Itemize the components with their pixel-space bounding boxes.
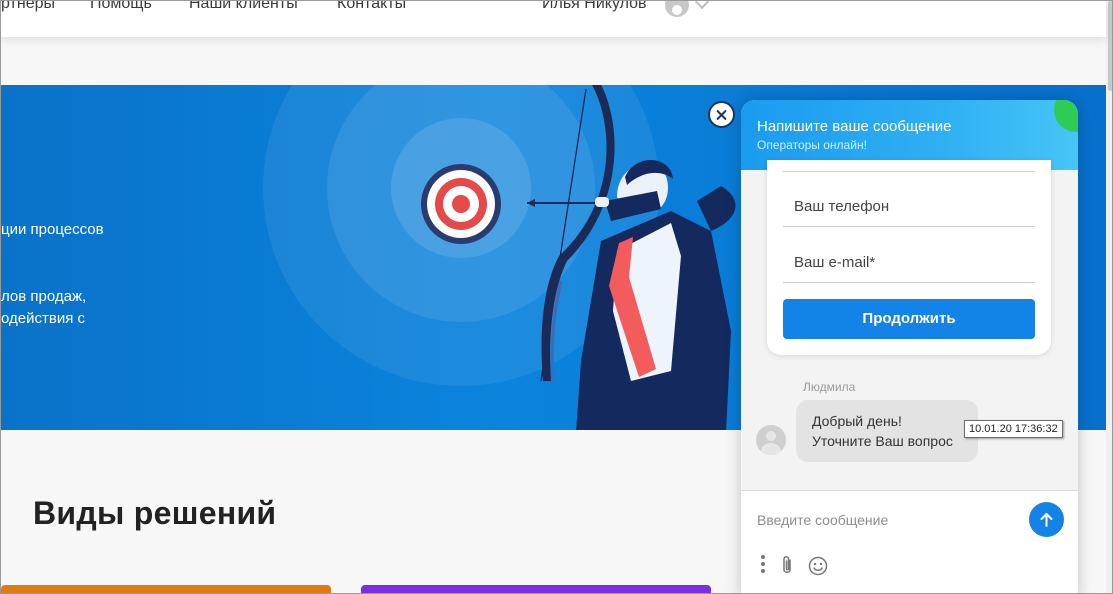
more-vertical-icon[interactable] (759, 554, 767, 574)
phone-field-placeholder: Ваш телефон (794, 198, 890, 215)
close-chat-button[interactable] (708, 101, 735, 128)
chat-widget: Напишите ваше сообщение Операторы онлайн… (741, 100, 1078, 593)
message-sender: Людмила (803, 380, 856, 394)
contact-form: Ваш телефон Ваш e-mail* Продолжить (767, 160, 1051, 355)
compose-area: Введите сообщение (741, 490, 1078, 593)
arrow-up-icon (1040, 513, 1053, 527)
solution-card-purple[interactable] (361, 585, 711, 593)
continue-button[interactable]: Продолжить (783, 299, 1035, 339)
user-avatar[interactable] (665, 1, 689, 17)
online-indicator (1054, 100, 1078, 132)
nav-clients-link[interactable]: Наши клиенты (189, 1, 298, 13)
previous-field-divider (783, 171, 1035, 172)
message-bubble: Добрый день! Уточните Ваш вопрос (796, 400, 978, 462)
user-name[interactable]: Илья Никулов (542, 1, 647, 13)
top-navigation: ртнеры Помощь Наши клиенты Контакты Илья… (1, 1, 1106, 37)
nav-contacts-link[interactable]: Контакты (337, 1, 406, 13)
chevron-down-icon[interactable] (694, 1, 710, 10)
message-line-2: Уточните Ваш вопрос (812, 433, 953, 449)
page: ртнеры Помощь Наши клиенты Контакты Илья… (0, 0, 1113, 594)
message-line-1: Добрый день! (812, 413, 902, 429)
chat-title: Напишите ваше сообщение (757, 118, 952, 135)
send-button[interactable] (1029, 502, 1064, 537)
solutions-title: Виды решений (33, 495, 277, 531)
page-scrollbar-thumb[interactable] (1108, 1, 1112, 91)
archer-illustration (527, 85, 736, 430)
message-input[interactable]: Введите сообщение (757, 512, 888, 528)
message-timestamp-tooltip: 10.01.20 17:36:32 (964, 420, 1063, 438)
chat-operators-status: Операторы онлайн! (757, 138, 867, 152)
phone-field[interactable]: Ваш телефон (783, 183, 1035, 227)
hero-text-line-3: одействия с (1, 310, 85, 327)
nav-partners-link[interactable]: ртнеры (1, 1, 55, 13)
operator-avatar (756, 425, 786, 455)
nav-help-link[interactable]: Помощь (90, 1, 152, 13)
email-field[interactable]: Ваш e-mail* (783, 239, 1035, 283)
email-field-placeholder: Ваш e-mail* (794, 254, 876, 271)
paperclip-icon[interactable] (779, 554, 795, 576)
hero-text-line-2: лов продаж, (1, 288, 87, 305)
solution-card-orange[interactable] (1, 585, 331, 593)
target-icon (421, 164, 501, 244)
smiley-icon[interactable] (808, 556, 828, 576)
hero-text-line-1: ции процессов (1, 221, 104, 238)
